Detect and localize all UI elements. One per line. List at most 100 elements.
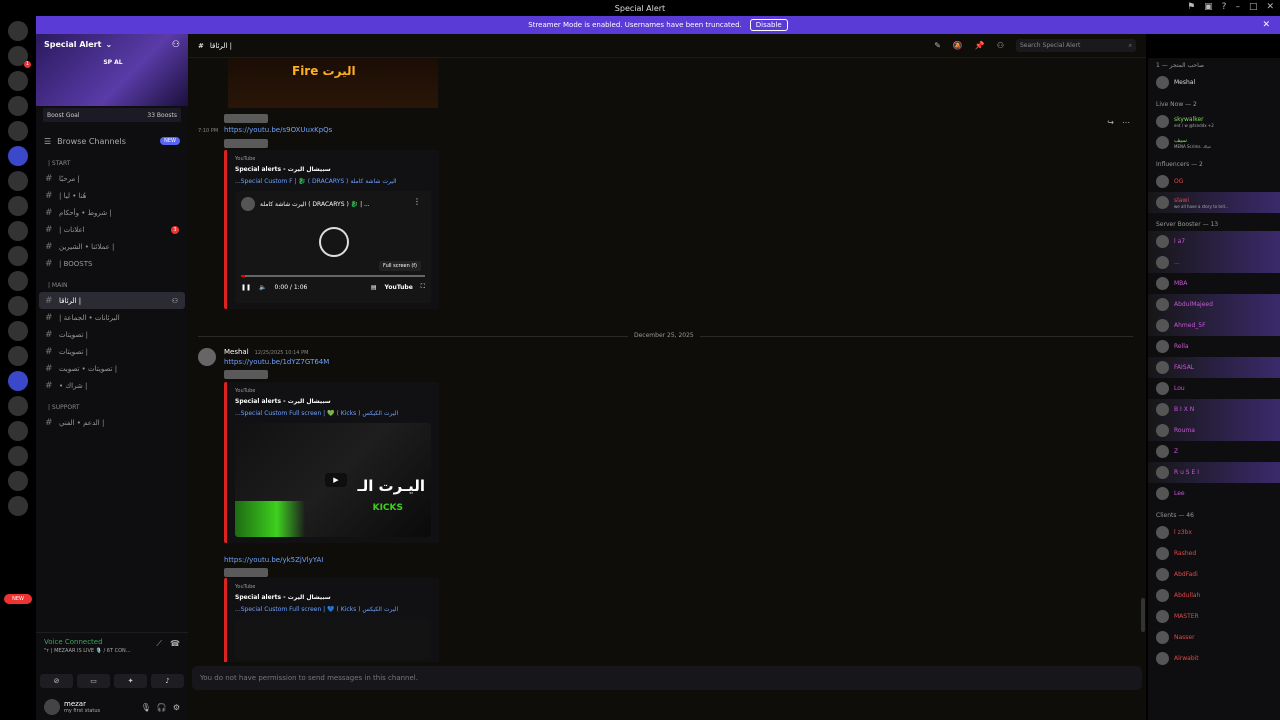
screen-share-button[interactable]: ▭ [77, 674, 110, 688]
embed-provider[interactable]: YouTube [235, 584, 431, 590]
member-item[interactable]: skywalker ent / w @tsnddx +2 [1148, 111, 1280, 132]
message-author[interactable]: Meshal [224, 348, 249, 356]
avatar[interactable] [198, 348, 216, 366]
message-link[interactable]: https://youtu.be/s9OXUuxKpQs [224, 126, 332, 134]
server-icon[interactable] [8, 221, 28, 241]
mute-icon[interactable]: 🔕 [953, 41, 963, 50]
disconnect-icon[interactable]: ☎ [170, 639, 180, 649]
embed-title[interactable]: ...Special Custom Full screen | 💙 ( Kick… [235, 606, 431, 613]
server-icon[interactable]: 1 [8, 46, 31, 68]
embed-author[interactable]: Special alerts - سبيشال اليرت [235, 398, 431, 405]
forward-icon[interactable]: ↪ [1107, 118, 1114, 127]
channel-item[interactable]: # | البرئانات • الجماعة [39, 309, 185, 326]
camera-button[interactable]: ⊘ [40, 674, 73, 688]
more-icon[interactable]: ⋯ [1122, 118, 1130, 127]
member-item[interactable]: Rella [1148, 336, 1280, 357]
search-input[interactable]: Search Special Alert ⌕ [1016, 39, 1136, 52]
member-item[interactable]: l z3bx [1148, 522, 1280, 543]
member-item[interactable]: Z [1148, 441, 1280, 462]
pin-icon[interactable]: 📌 [975, 41, 985, 50]
member-item[interactable]: Ahmed_5F [1148, 315, 1280, 336]
embed-author[interactable]: Special alerts - سبيشال اليرت [235, 166, 431, 173]
youtube-logo[interactable]: YouTube [385, 284, 413, 291]
member-item[interactable]: slawi we all have a story to tell... [1148, 192, 1280, 213]
server-icon[interactable] [8, 446, 28, 466]
video-title[interactable]: اليرت شاشة كاملة ( DRACARYS ) 🐉 | ... [260, 201, 370, 208]
server-icon[interactable] [8, 471, 28, 491]
member-item[interactable]: B I X N [1148, 399, 1280, 420]
channel-item[interactable]: # | اعلانات 3 [39, 221, 185, 238]
member-item[interactable]: ... [1148, 252, 1280, 273]
channel-item[interactable]: # تصويتات • تصويت | [39, 360, 185, 377]
progress-bar[interactable] [241, 275, 425, 277]
embed-provider[interactable]: YouTube [235, 388, 431, 394]
channel-item[interactable]: # الدعم • الفني | [39, 414, 185, 431]
channel-item[interactable]: # شروط • وأحكام | [39, 204, 185, 221]
play-icon[interactable]: ▶ [325, 473, 347, 487]
server-icon[interactable] [8, 196, 28, 216]
close-window-button[interactable]: ✕ [1266, 2, 1274, 12]
member-item[interactable]: FAISAL [1148, 357, 1280, 378]
member-item[interactable]: Nasser [1148, 627, 1280, 648]
server-icon[interactable] [8, 346, 28, 366]
channel-item[interactable]: # عملائنا • الشيرين | [39, 238, 185, 255]
channel-item[interactable]: # تصويتات | [39, 326, 185, 343]
server-icon[interactable] [8, 171, 28, 191]
fullscreen-icon[interactable]: ⛶ [421, 283, 425, 291]
member-item[interactable]: Lee [1148, 483, 1280, 504]
member-item[interactable]: AbdulMajeed [1148, 294, 1280, 315]
server-icon[interactable] [8, 396, 28, 416]
member-item[interactable]: R u S E I [1148, 462, 1280, 483]
threads-icon[interactable]: ✎ [934, 41, 941, 50]
channel-item[interactable]: # | BOOSTS [39, 255, 185, 272]
server-header[interactable]: Special Alert ⌄ ⚇ SP AL [36, 34, 188, 106]
help-icon[interactable]: ? [1222, 2, 1227, 12]
video-thumbnail[interactable]: اليـرت الـ KICKS ▶ [235, 423, 431, 537]
member-item[interactable]: AbdFadi [1148, 564, 1280, 585]
noise-icon[interactable]: ⟋ [156, 639, 162, 649]
volume-icon[interactable]: 🔈 [259, 284, 266, 291]
channel-item[interactable]: # مرحبًا | [39, 170, 185, 187]
member-item[interactable]: Rashed [1148, 543, 1280, 564]
category-main[interactable]: | MAIN [36, 278, 188, 292]
scrollbar[interactable] [1141, 598, 1145, 632]
minimize-button[interactable]: – [1235, 2, 1240, 12]
member-item[interactable]: Alrwabit [1148, 648, 1280, 669]
member-item[interactable]: MBA [1148, 273, 1280, 294]
mic-icon[interactable]: 🎙 [141, 703, 151, 712]
member-item[interactable]: سيف MENA Scrims. حياك [1148, 132, 1280, 153]
category-start[interactable]: | START [36, 156, 188, 170]
browse-channels[interactable]: ☰ Browse Channels NEW [36, 132, 188, 150]
channel-item-active[interactable]: # الرئاقا | ⚇ [39, 292, 185, 309]
server-icon[interactable] [8, 71, 28, 91]
screen-icon[interactable]: ▣ [1204, 2, 1213, 12]
video-player[interactable]: اليرت شاشة كاملة ( DRACARYS ) 🐉 | ... ⋮ … [235, 191, 431, 303]
pause-icon[interactable]: ❚❚ [241, 284, 251, 291]
close-icon[interactable]: ✕ [1262, 20, 1270, 30]
category-support[interactable]: | SUPPORT [36, 400, 188, 414]
video-thumbnail[interactable]: Fire اليرت [228, 58, 438, 108]
message-link[interactable]: https://youtu.be/yk5ZjVlyYAI [224, 556, 323, 564]
channel-item[interactable]: # | هُنا • ليا [39, 187, 185, 204]
channel-item[interactable]: # تصويتات | [39, 343, 185, 360]
server-icon[interactable] [8, 321, 28, 341]
maximize-button[interactable]: □ [1249, 2, 1258, 12]
add-user-icon[interactable]: ⚇ [172, 40, 180, 50]
server-folder[interactable] [8, 146, 28, 166]
message-link[interactable]: https://youtu.be/1dYZ7GT64M [224, 358, 329, 366]
channel-avatar[interactable] [241, 197, 255, 211]
soundboard-button[interactable]: ♪ [151, 674, 184, 688]
inbox-icon[interactable]: ⚑ [1187, 2, 1195, 12]
server-icon[interactable] [8, 421, 28, 441]
embed-title[interactable]: ...Special Custom F | 🐉 ( DRACARYS ) الي… [235, 178, 431, 185]
server-icon[interactable] [8, 246, 28, 266]
server-icon[interactable] [8, 496, 28, 516]
video-thumbnail[interactable] [235, 619, 431, 659]
server-icon[interactable] [8, 271, 28, 291]
gear-icon[interactable]: ⚙ [173, 703, 180, 712]
member-item[interactable]: Abdullah [1148, 585, 1280, 606]
embed-title[interactable]: ...Special Custom Full screen | 💚 ( Kick… [235, 410, 431, 417]
server-icon[interactable] [8, 21, 28, 41]
embed-provider[interactable]: YouTube [235, 156, 431, 162]
server-folder[interactable] [8, 371, 28, 391]
